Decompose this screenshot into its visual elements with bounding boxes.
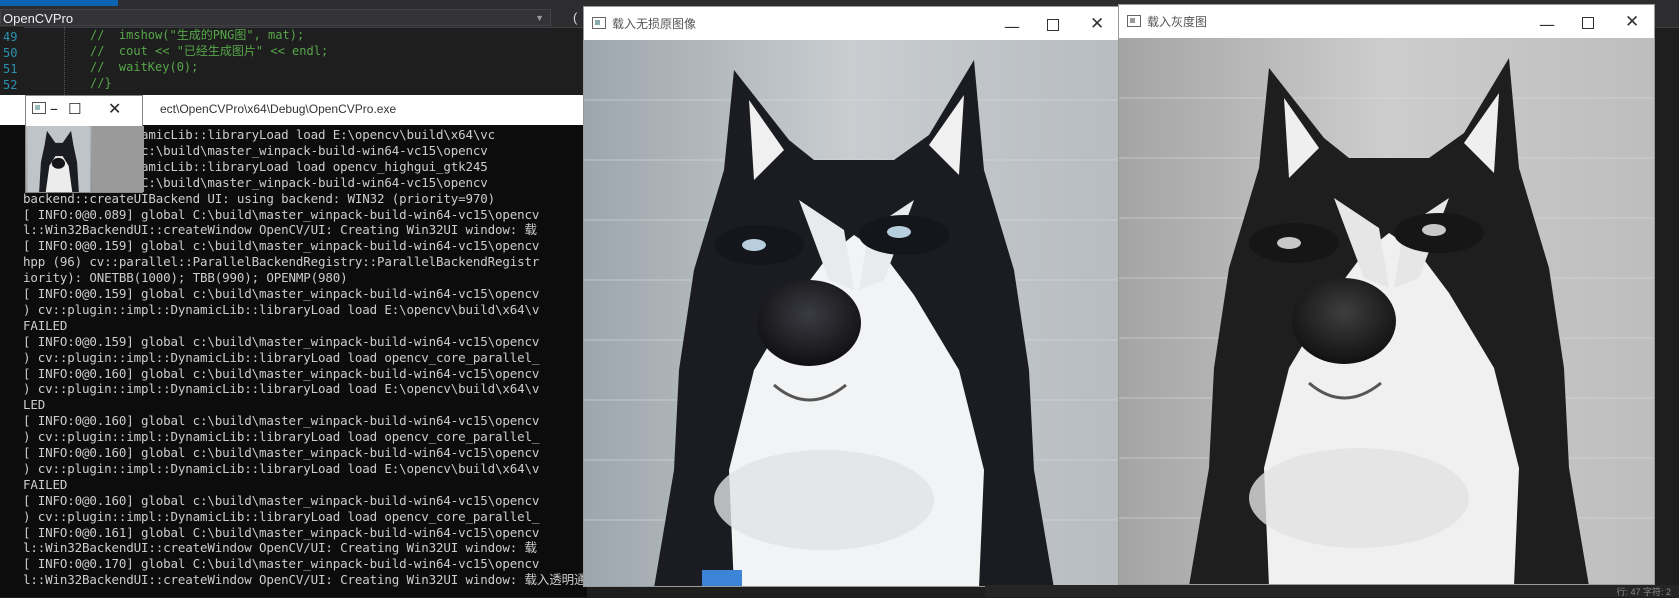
code-line[interactable]: // imshow("生成的PNG图", mat); <box>90 27 304 43</box>
mini-opencv-window[interactable]: – ☐ ✕ <box>25 95 144 193</box>
mini-image-thumbnail <box>26 126 92 192</box>
line-number: 52 <box>3 78 18 92</box>
console-line: FAILED <box>23 476 68 492</box>
grayscale-husky-image <box>1119 38 1654 584</box>
ide-status-strip: 行: 47 字符: 2 <box>985 585 1679 597</box>
cursor-position-status: 行: 47 字符: 2 <box>1616 587 1671 597</box>
active-document-tab-accent[interactable] <box>0 0 118 6</box>
original-husky-image <box>584 40 1118 586</box>
project-dropdown-value: OpenCVPro <box>3 11 74 26</box>
console-line: ) cv::plugin::impl::DynamicLib::libraryL… <box>23 301 540 317</box>
maximize-button[interactable] <box>1047 19 1059 31</box>
code-editor[interactable]: // imshow("生成的PNG图", mat); // cout << "已… <box>24 27 584 97</box>
console-line: [ INFO:0@0.161] global C:\build\master_w… <box>23 524 540 540</box>
console-line: [ INFO:0@0.170] global C:\build\master_w… <box>23 556 540 572</box>
console-line: ) cv::plugin::impl::DynamicLib::libraryL… <box>23 508 540 524</box>
window-title: 载入灰度图 <box>1147 15 1208 29</box>
console-line: [ INFO:0@0.160] global c:\build\master_w… <box>23 492 540 508</box>
original-image-window[interactable]: 载入无损原图像 — ✕ <box>583 6 1119 587</box>
console-line: LED <box>23 397 46 413</box>
window-app-icon <box>592 17 606 29</box>
husky-photo-gray <box>1119 38 1654 584</box>
project-dropdown[interactable]: OpenCVPro ▼ <box>0 9 551 26</box>
close-button[interactable]: ✕ <box>108 101 121 117</box>
console-line: hpp (96) cv::parallel::ParallelBackendRe… <box>23 254 540 270</box>
maximize-button[interactable]: ☐ <box>68 101 81 117</box>
indent-guide <box>64 27 65 97</box>
code-line[interactable]: //} <box>90 75 112 91</box>
window-app-icon <box>32 102 46 114</box>
console-line: l::Win32BackendUI::createWindow OpenCV/U… <box>23 540 537 556</box>
console-line: ) cv::plugin::impl::DynamicLib::libraryL… <box>23 349 540 365</box>
maximize-button[interactable] <box>1582 17 1594 29</box>
console-line: ) cv::plugin::impl::DynamicLib::libraryL… <box>23 460 540 476</box>
window-titlebar[interactable]: 载入无损原图像 — ✕ <box>584 7 1118 39</box>
line-number: 50 <box>3 46 18 60</box>
console-line: [ INFO:0@0.160] global c:\build\master_w… <box>23 445 540 460</box>
window-app-icon <box>1127 15 1141 27</box>
console-line: ) cv::plugin::impl::DynamicLib::libraryL… <box>23 381 540 397</box>
minimize-button[interactable]: – <box>50 101 58 117</box>
window-title: 载入无损原图像 <box>612 17 697 31</box>
console-line: [ INFO:0@0.159] global c:\build\master_w… <box>23 286 540 301</box>
console-line: l::Win32BackendUI::createWindow OpenCV/U… <box>23 222 537 238</box>
close-button[interactable]: ✕ <box>1625 12 1639 32</box>
console-line: ) cv::plugin::impl::DynamicLib::libraryL… <box>23 429 540 445</box>
window-titlebar[interactable]: 载入灰度图 — ✕ <box>1119 5 1654 37</box>
console-line: [ INFO:0@0.160] global c:\build\master_w… <box>23 413 540 429</box>
console-line: [ INFO:0@0.160] global c:\build\master_w… <box>23 365 540 381</box>
code-line[interactable]: // waitKey(0); <box>90 59 198 75</box>
code-line[interactable]: // cout << "已经生成图片" << endl; <box>90 43 328 59</box>
grayscale-image-window[interactable]: 载入灰度图 — ✕ <box>1118 4 1655 585</box>
console-line: [ INFO:0@0.159] global c:\build\master_w… <box>23 238 540 254</box>
line-number: 51 <box>3 62 18 76</box>
console-line: l::Win32BackendUI::createWindow OpenCV/U… <box>23 572 587 588</box>
close-button[interactable]: ✕ <box>1090 14 1104 34</box>
minimize-button[interactable]: — <box>1539 15 1555 34</box>
mini-image-right-region <box>92 126 144 192</box>
husky-thumbnail-image <box>27 126 91 192</box>
husky-photo <box>584 40 1118 586</box>
console-line: [ INFO:0@0.089] global C:\build\master_w… <box>23 206 540 222</box>
console-line: iority): ONETBB(1000); TBB(990); OPENMP(… <box>23 270 348 286</box>
chevron-down-icon: ▼ <box>535 13 544 23</box>
minimize-button[interactable]: — <box>1004 17 1020 36</box>
console-line: FAILED <box>23 317 68 333</box>
line-number: 49 <box>3 30 18 44</box>
console-window-title: ect\OpenCVPro\x64\Debug\OpenCVPro.exe <box>160 102 397 116</box>
console-line: [ INFO:0@0.159] global c:\build\master_w… <box>23 333 540 349</box>
